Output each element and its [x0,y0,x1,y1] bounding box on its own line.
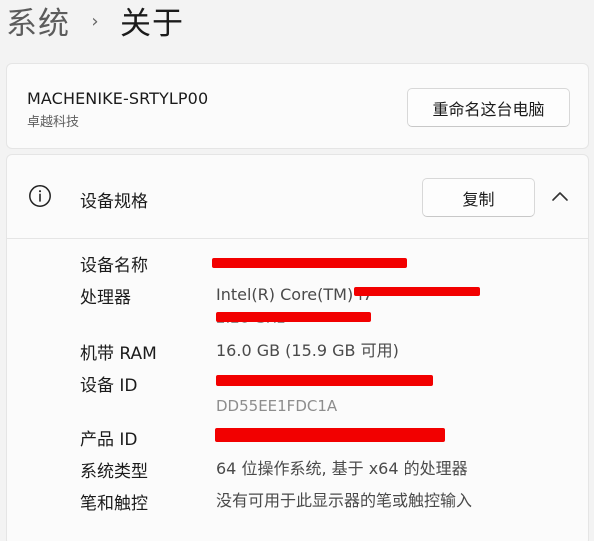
page-title: 关于 [120,5,184,42]
redaction-mark [215,428,445,442]
spec-value: 16.0 GB (15.9 GB 可用) [216,341,399,360]
spec-label: 处理器 [80,288,131,308]
redaction-mark [216,375,433,386]
spec-label: 系统类型 [80,462,148,482]
spec-label: 笔和触控 [80,494,148,514]
chevron-right-icon: › [91,10,99,32]
breadcrumb-parent-system[interactable]: 系统 [6,0,70,43]
spec-label: 设备名称 [80,256,148,276]
breadcrumb: 系统 › 关于 [6,0,184,42]
redaction-mark [354,287,480,296]
spec-value-line2: DD55EE1FDC1A [216,397,338,415]
device-name-card: MACHENIKE-SRTYLP00 卓越科技 重命名这台电脑 [6,63,589,149]
chevron-up-icon[interactable] [549,186,571,208]
redaction-mark [216,312,371,322]
device-model: 卓越科技 [27,115,80,130]
spec-label: 产品 ID [80,430,138,450]
spec-value: 没有可用于此显示器的笔或触控输入 [216,491,473,510]
device-name: MACHENIKE-SRTYLP00 [27,89,209,108]
device-specifications-header[interactable]: 设备规格 复制 [7,155,588,239]
copy-specs-button[interactable]: 复制 [422,178,535,217]
settings-about-page: 系统 › 关于 MACHENIKE-SRTYLP00 卓越科技 重命名这台电脑 … [0,0,594,541]
spec-value: 64 位操作系统, 基于 x64 的处理器 [216,459,468,478]
device-specifications-card: 设备规格 复制 设备名称 处理器 Intel(R) Core(TM) i7 2.… [6,154,589,541]
spec-label: 设备 ID [80,376,138,396]
redaction-mark [212,258,407,268]
spec-value: Intel(R) Core(TM) i7 [216,285,373,304]
info-icon [29,185,51,207]
spec-label: 机带 RAM [80,344,157,364]
rename-pc-button[interactable]: 重命名这台电脑 [407,88,570,127]
device-specifications-title: 设备规格 [80,192,148,212]
